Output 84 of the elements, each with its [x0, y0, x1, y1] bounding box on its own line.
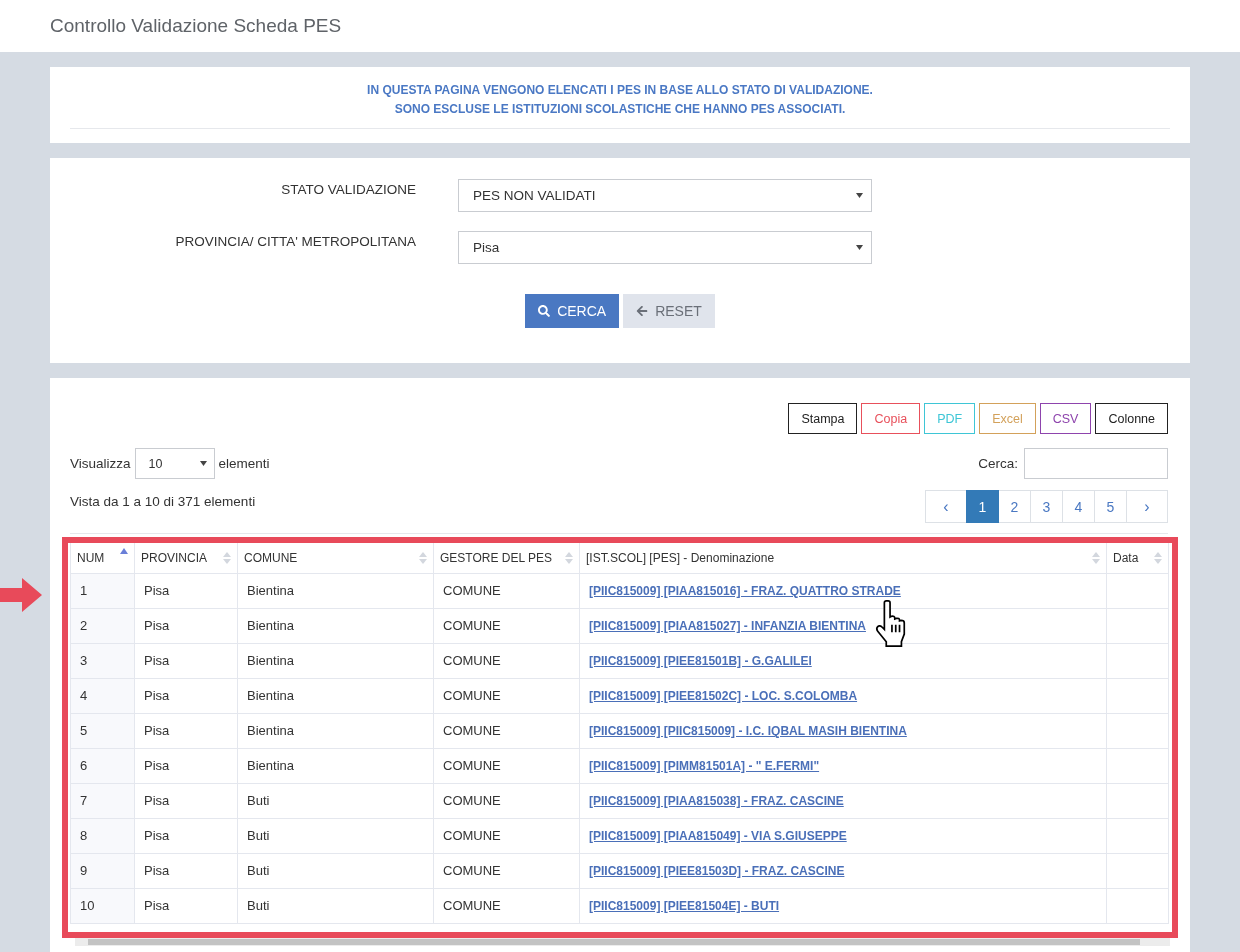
column-header[interactable]: Data: [1106, 543, 1169, 573]
notice-text: IN QUESTA PAGINA VENGONO ELENCATI I PES IN BASE ALLO STATO DI VALIDAZIONE.: [366, 82, 874, 99]
export-button[interactable]: Colonne: [1095, 403, 1168, 434]
length-label: Visualizza: [70, 456, 131, 471]
page-button[interactable]: 5: [1094, 490, 1127, 523]
table-cell: 6: [70, 748, 135, 783]
table-cell: Pisa: [134, 888, 238, 923]
notice-text: SONO ESCLUSE LE ISTITUZIONI SCOLASTICHE CHE HANNO PES ASSOCIATI.: [393, 101, 847, 118]
table-cell: 4: [70, 678, 135, 713]
previous-page-button[interactable]: ‹: [925, 490, 967, 523]
search-label: Cerca:: [978, 456, 1018, 471]
table-cell: Buti: [237, 853, 434, 888]
horizontal-scrollbar[interactable]: [75, 937, 1170, 946]
arrow-icon: [0, 578, 42, 612]
table-cell: Bientina: [237, 678, 434, 713]
caret-icon: [856, 245, 863, 250]
table-cell: COMUNE: [433, 608, 580, 643]
table-info-text: Vista da 1 a 10 di 371 elementi: [70, 493, 256, 509]
page-button[interactable]: 3: [1030, 490, 1063, 523]
table-cell: 10: [70, 888, 135, 923]
page-title: Controllo Validazione Scheda PES: [50, 15, 342, 37]
table-cell: COMUNE: [433, 748, 580, 783]
table-cell: COMUNE: [433, 818, 580, 853]
table-cell: Pisa: [134, 713, 238, 748]
dropdown-select[interactable]: PES NON VALIDATI: [458, 179, 872, 212]
table-cell: Pisa: [134, 748, 238, 783]
table-cell: Pisa: [134, 818, 238, 853]
search-icon: [538, 305, 551, 317]
table-cell: 2: [70, 608, 135, 643]
table-cell: 3: [70, 643, 135, 678]
school-link[interactable]: [PIIC815009] [PIMM81501A] - " E.FERMI": [589, 759, 820, 773]
column-header[interactable]: NUM: [70, 543, 135, 573]
table-cell: Pisa: [134, 608, 238, 643]
export-button[interactable]: Copia: [861, 403, 921, 434]
table-cell: Bientina: [237, 643, 434, 678]
caret-icon: [199, 461, 207, 466]
next-page-button[interactable]: ›: [1126, 490, 1168, 523]
arrow-left-icon: [636, 305, 649, 317]
page-button[interactable]: 4: [1062, 490, 1095, 523]
school-link[interactable]: [PIIC815009] [PIEE81501B] - G.GALILEI: [589, 654, 812, 668]
school-link[interactable]: [PIIC815009] [PIEE81504E] - BUTI: [589, 899, 780, 913]
search-field[interactable]: [1024, 448, 1168, 479]
field-label: STATO VALIDAZIONE: [280, 181, 416, 199]
table-cell: Pisa: [134, 783, 238, 818]
table-cell: Pisa: [134, 643, 238, 678]
export-button[interactable]: Stampa: [788, 403, 858, 434]
field-label: PROVINCIA/ CITTA' METROPOLITANA: [174, 233, 416, 251]
length-label: elementi: [218, 456, 270, 471]
table-cell: COMUNE: [433, 713, 580, 748]
school-link[interactable]: [PIIC815009] [PIAA815038] - FRAZ. CASCINE: [589, 794, 844, 808]
table-cell: Buti: [237, 783, 434, 818]
table-cell: COMUNE: [433, 853, 580, 888]
table-cell: 5: [70, 713, 135, 748]
page-button[interactable]: 1: [966, 490, 999, 523]
table-cell: 7: [70, 783, 135, 818]
table-cell: Pisa: [134, 678, 238, 713]
table-cell: 1: [70, 573, 135, 608]
table-cell: 9: [70, 853, 135, 888]
table-cell: Bientina: [237, 608, 434, 643]
table-cell: COMUNE: [433, 678, 580, 713]
school-link[interactable]: [PIIC815009] [PIAA815049] - VIA S.GIUSEPPE: [589, 829, 847, 843]
search-button[interactable]: CERCA: [525, 294, 620, 328]
reset-button[interactable]: RESET: [623, 294, 715, 328]
school-link[interactable]: [PIIC815009] [PIEE81503D] - FRAZ. CASCINE: [589, 864, 845, 878]
table-cell: COMUNE: [433, 643, 580, 678]
column-header[interactable]: PROVINCIA: [134, 543, 238, 573]
table-cell: COMUNE: [433, 573, 580, 608]
table-cell: COMUNE: [433, 888, 580, 923]
caret-icon: [856, 193, 863, 198]
column-header[interactable]: COMUNE: [237, 543, 434, 573]
table-cell: Bientina: [237, 748, 434, 783]
table-cell: Bientina: [237, 713, 434, 748]
export-button[interactable]: CSV: [1039, 403, 1092, 434]
dropdown-select[interactable]: Pisa: [458, 231, 872, 264]
table-cell: Buti: [237, 818, 434, 853]
column-header[interactable]: [IST.SCOL] [PES] - Denominazione: [579, 543, 1107, 573]
table-cell: Pisa: [134, 573, 238, 608]
table-cell: COMUNE: [433, 783, 580, 818]
table-cell: Buti: [237, 888, 434, 923]
table-cell: Bientina: [237, 573, 434, 608]
table-cell: 8: [70, 818, 135, 853]
page-length-select[interactable]: 10: [134, 448, 215, 479]
column-header[interactable]: GESTORE DEL PES: [433, 543, 580, 573]
table-cell: Pisa: [134, 853, 238, 888]
